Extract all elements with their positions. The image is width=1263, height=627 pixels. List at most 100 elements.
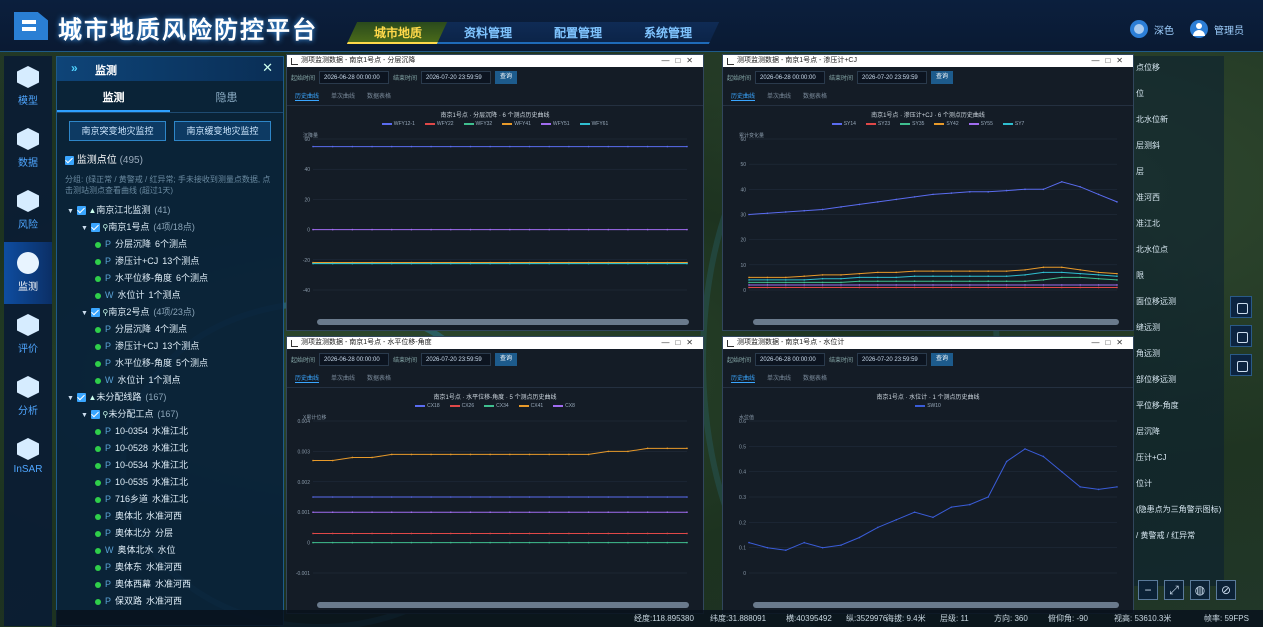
layer-item[interactable]: 部位移远测 xyxy=(1136,374,1176,385)
layer-item[interactable]: 层测斜 xyxy=(1136,140,1160,151)
data-point[interactable] xyxy=(932,275,934,277)
data-point[interactable] xyxy=(312,459,314,462)
data-point[interactable] xyxy=(1042,271,1045,274)
end-time-input[interactable]: 2026-07-20 23:59:59 xyxy=(421,70,492,84)
maximize-icon[interactable]: □ xyxy=(675,338,686,347)
data-point[interactable] xyxy=(785,284,787,286)
send-icon[interactable] xyxy=(1230,325,1252,347)
tree-row[interactable]: ▼ ▲南京江北监测 (41) xyxy=(63,202,277,219)
data-point[interactable] xyxy=(950,284,953,286)
data-point[interactable] xyxy=(913,286,916,289)
data-point[interactable] xyxy=(1042,188,1045,191)
data-point[interactable] xyxy=(568,453,570,456)
data-point[interactable] xyxy=(430,511,432,513)
legend-item[interactable]: SY23 xyxy=(865,121,890,127)
data-point[interactable] xyxy=(840,286,842,289)
data-point[interactable] xyxy=(568,262,570,265)
data-point[interactable] xyxy=(489,145,491,148)
triangle-down-icon[interactable]: ▼ xyxy=(81,412,88,419)
data-point[interactable] xyxy=(390,496,393,498)
data-point[interactable] xyxy=(1005,284,1008,286)
data-point[interactable] xyxy=(1061,286,1063,289)
data-point[interactable] xyxy=(1042,455,1045,458)
layer-item[interactable]: 层 xyxy=(1136,166,1144,177)
data-point[interactable] xyxy=(748,286,750,289)
data-point[interactable] xyxy=(548,511,551,513)
data-point[interactable] xyxy=(950,506,953,508)
data-point[interactable] xyxy=(627,541,629,544)
start-time-input[interactable]: 2026-06-28 00:00:00 xyxy=(755,70,826,84)
data-point[interactable] xyxy=(858,286,861,289)
query-button[interactable]: 查询 xyxy=(931,70,954,84)
data-point[interactable] xyxy=(646,541,649,544)
data-point[interactable] xyxy=(528,262,531,265)
data-point[interactable] xyxy=(950,275,953,277)
maximize-icon[interactable]: □ xyxy=(1105,56,1116,65)
data-point[interactable] xyxy=(1079,186,1081,188)
data-point[interactable] xyxy=(987,286,989,289)
data-point[interactable] xyxy=(950,192,953,194)
data-point[interactable] xyxy=(840,274,842,276)
data-point[interactable] xyxy=(1097,274,1100,276)
data-point[interactable] xyxy=(607,496,610,498)
data-point[interactable] xyxy=(607,262,610,265)
data-point[interactable] xyxy=(489,228,491,231)
data-point[interactable] xyxy=(913,196,916,198)
data-point[interactable] xyxy=(895,280,897,282)
triangle-down-icon[interactable]: ▼ xyxy=(81,225,88,232)
legend-item[interactable]: WFY32 xyxy=(463,121,492,127)
data-point[interactable] xyxy=(1116,201,1118,203)
legend-item[interactable]: WFY51 xyxy=(540,121,570,127)
nav-pie[interactable]: 分析 xyxy=(4,366,52,428)
data-point[interactable] xyxy=(430,541,432,544)
data-point[interactable] xyxy=(587,541,590,544)
data-point[interactable] xyxy=(785,276,787,279)
data-point[interactable] xyxy=(646,228,649,231)
data-point[interactable] xyxy=(840,281,842,284)
data-point[interactable] xyxy=(1042,266,1045,269)
chart-scrollbar[interactable] xyxy=(317,319,689,325)
data-point[interactable] xyxy=(390,532,393,535)
layer-item[interactable]: 准河西 xyxy=(1136,192,1160,203)
data-point[interactable] xyxy=(858,276,861,279)
layer-item[interactable]: 层沉降 xyxy=(1136,426,1160,437)
data-point[interactable] xyxy=(528,532,531,535)
data-point[interactable] xyxy=(410,453,413,456)
legend-item[interactable]: SY42 xyxy=(934,121,959,127)
checkbox-icon[interactable] xyxy=(90,308,100,318)
close-icon[interactable]: ✕ xyxy=(262,60,273,76)
legend-item[interactable]: SY14 xyxy=(831,121,856,127)
data-point[interactable] xyxy=(969,503,971,506)
legend-item[interactable]: WFY41 xyxy=(502,121,531,127)
tab-single-curve[interactable]: 单次曲线 xyxy=(331,91,355,101)
compass-icon[interactable]: ⊘ xyxy=(1216,580,1236,600)
end-time-input[interactable]: 2026-07-20 23:59:59 xyxy=(421,352,492,366)
checkbox-icon[interactable] xyxy=(76,206,86,216)
layer-item[interactable]: 压计+CJ xyxy=(1136,452,1166,463)
data-point[interactable] xyxy=(686,228,688,231)
query-button[interactable]: 查询 xyxy=(495,70,518,84)
data-point[interactable] xyxy=(449,262,452,265)
data-point[interactable] xyxy=(748,279,750,281)
data-point[interactable] xyxy=(587,532,590,535)
layer-item[interactable]: 缝远测 xyxy=(1136,322,1160,333)
data-point[interactable] xyxy=(877,276,879,279)
data-point[interactable] xyxy=(785,281,787,284)
chart-plot[interactable]: X累计位移0.0040.0030.0020.0010-0.001 xyxy=(287,411,701,589)
data-point[interactable] xyxy=(748,213,750,216)
data-point[interactable] xyxy=(950,280,953,282)
data-point[interactable] xyxy=(877,284,879,286)
tab-history-curve[interactable]: 历史曲线 xyxy=(731,91,756,101)
data-point[interactable] xyxy=(469,145,472,148)
data-point[interactable] xyxy=(646,496,649,498)
data-point[interactable] xyxy=(686,496,688,498)
layer-item[interactable]: 平位移-角度 xyxy=(1136,400,1179,411)
data-point[interactable] xyxy=(987,270,989,272)
data-point[interactable] xyxy=(410,145,413,148)
data-point[interactable] xyxy=(469,262,472,265)
data-point[interactable] xyxy=(969,284,971,286)
data-point[interactable] xyxy=(331,496,334,498)
tab-history-curve[interactable]: 历史曲线 xyxy=(295,91,320,101)
legend-item[interactable]: CX8 xyxy=(553,403,575,409)
data-point[interactable] xyxy=(509,496,511,498)
